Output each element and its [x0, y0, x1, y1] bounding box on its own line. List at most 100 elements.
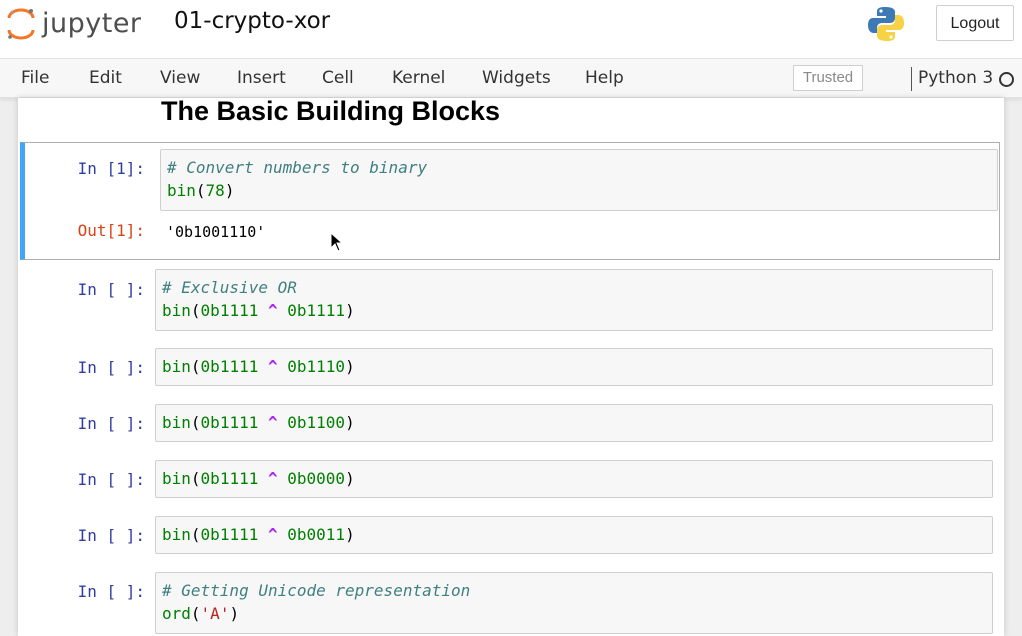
code-builtin: bin [162, 469, 191, 488]
in-prompt: In [ ]: [77, 280, 145, 299]
menu-insert[interactable]: Insert [237, 68, 286, 88]
markdown-heading[interactable]: The Basic Building Blocks [161, 96, 500, 127]
code-comment: # Convert numbers to binary [167, 158, 428, 177]
in-prompt: In [ ]: [77, 414, 145, 433]
jupyter-logo-icon [7, 8, 35, 40]
code-punctuation: ) [345, 525, 355, 544]
code-number: 0b0000 [287, 469, 346, 488]
kernel-name[interactable]: Python 3 [918, 68, 993, 88]
code-builtin: bin [162, 301, 191, 320]
code-input-area[interactable]: # Convert numbers to binary bin(78) [160, 149, 998, 211]
jupyter-logo-text: jupyter [42, 8, 142, 39]
notebook-container: The Basic Building Blocks In [1]: # Conv… [18, 96, 1004, 636]
code-punctuation: ( [190, 604, 201, 623]
menu-help[interactable]: Help [585, 68, 624, 88]
code-line[interactable]: # Getting Unicode representation [162, 581, 470, 600]
code-input-area[interactable]: # Getting Unicode representation ord('A') [155, 572, 993, 634]
code-punctuation [258, 469, 268, 488]
code-line[interactable]: bin(78) [167, 181, 234, 200]
jupyter-logo[interactable]: jupyter [6, 6, 146, 42]
code-line[interactable]: bin(0b1111 ^ 0b1110) [162, 357, 355, 376]
code-line[interactable]: bin(0b1111 ^ 0b0011) [162, 525, 355, 544]
code-punctuation [258, 413, 268, 432]
code-number: 0b0011 [287, 525, 346, 544]
in-prompt: In [ ]: [77, 526, 145, 545]
code-cell[interactable]: In [ ]: # Getting Unicode representation… [20, 570, 1000, 636]
code-input-area[interactable]: bin(0b1111 ^ 0b1100) [155, 404, 993, 442]
code-punctuation: ) [229, 604, 240, 623]
in-prompt: In [ ]: [77, 358, 145, 377]
code-number: 0b1111 [200, 469, 259, 488]
code-operator: ^ [267, 525, 278, 544]
code-punctuation [258, 301, 268, 320]
code-input-area[interactable]: bin(0b1111 ^ 0b1110) [155, 348, 993, 386]
mouse-pointer-icon [330, 231, 344, 257]
code-cell[interactable]: In [ ]: bin(0b1111 ^ 0b0011) [20, 514, 1000, 556]
code-punctuation: ) [345, 301, 355, 320]
cell-output: '0b1001110' [166, 223, 266, 241]
code-builtin: bin [167, 181, 196, 200]
code-input-area[interactable]: bin(0b1111 ^ 0b0011) [155, 516, 993, 554]
code-operator: ^ [267, 469, 278, 488]
logout-button[interactable]: Logout [936, 5, 1014, 41]
code-cell[interactable]: In [ ]: bin(0b1111 ^ 0b0000) [20, 458, 1000, 500]
menu-view[interactable]: View [160, 68, 200, 88]
code-cell[interactable]: In [1]: # Convert numbers to binary bin(7… [20, 142, 1000, 260]
code-string: 'A' [200, 604, 230, 623]
code-operator: ^ [267, 301, 278, 320]
kernel-separator [911, 67, 912, 91]
code-punctuation: ) [224, 181, 235, 200]
code-number: 0b1111 [200, 525, 259, 544]
code-number: 78 [205, 181, 225, 200]
code-punctuation [278, 357, 288, 376]
menu-file[interactable]: File [21, 68, 49, 88]
code-cell[interactable]: In [ ]: # Exclusive OR bin(0b1111 ^ 0b111… [20, 268, 1000, 334]
notebook-header: jupyter 01-crypto-xor Logout [0, 0, 1022, 58]
code-builtin: bin [162, 525, 191, 544]
in-prompt: In [ ]: [77, 470, 145, 489]
code-operator: ^ [267, 357, 278, 376]
code-punctuation [278, 301, 288, 320]
code-cell[interactable]: In [ ]: bin(0b1111 ^ 0b1100) [20, 402, 1000, 444]
code-line[interactable]: bin(0b1111 ^ 0b0000) [162, 469, 355, 488]
code-number: 0b1100 [287, 413, 346, 432]
menu-widgets[interactable]: Widgets [482, 68, 551, 88]
trusted-notebook-indicator[interactable]: Trusted [793, 65, 863, 91]
menu-kernel[interactable]: Kernel [392, 68, 445, 88]
code-builtin: ord [162, 604, 191, 623]
code-builtin: bin [162, 357, 191, 376]
code-punctuation [278, 413, 288, 432]
code-punctuation: ) [345, 413, 355, 432]
code-line[interactable]: # Convert numbers to binary [167, 158, 427, 177]
code-punctuation [278, 469, 288, 488]
notebook-title[interactable]: 01-crypto-xor [174, 8, 330, 34]
kernel-idle-circle-icon [999, 72, 1014, 87]
code-number: 0b1111 [287, 301, 346, 320]
code-punctuation [258, 357, 268, 376]
code-comment: # Exclusive OR [162, 278, 297, 297]
code-line[interactable]: # Exclusive OR [162, 278, 297, 297]
code-line[interactable]: ord('A') [162, 604, 239, 623]
code-cell[interactable]: In [ ]: bin(0b1111 ^ 0b1110) [20, 346, 1000, 388]
code-punctuation: ( [190, 413, 201, 432]
code-punctuation: ) [345, 357, 355, 376]
code-input-area[interactable]: bin(0b1111 ^ 0b0000) [155, 460, 993, 498]
out-prompt: Out[1]: [77, 221, 145, 240]
code-number: 0b1110 [287, 357, 346, 376]
code-punctuation: ) [345, 469, 355, 488]
code-builtin: bin [162, 413, 191, 432]
code-punctuation: ( [190, 469, 201, 488]
code-input-area[interactable]: # Exclusive OR bin(0b1111 ^ 0b1111) [155, 269, 993, 331]
menu-edit[interactable]: Edit [89, 68, 122, 88]
code-punctuation [278, 525, 288, 544]
in-prompt: In [1]: [77, 159, 145, 178]
code-line[interactable]: bin(0b1111 ^ 0b1111) [162, 301, 355, 320]
code-punctuation [258, 525, 268, 544]
menubar: File Edit View Insert Cell Kernel Widget… [0, 58, 1022, 98]
code-comment: # Getting Unicode representation [162, 581, 471, 600]
code-punctuation: ( [190, 301, 201, 320]
menu-cell[interactable]: Cell [322, 68, 354, 88]
code-line[interactable]: bin(0b1111 ^ 0b1100) [162, 413, 355, 432]
code-punctuation: ( [190, 525, 201, 544]
code-number: 0b1111 [200, 413, 259, 432]
